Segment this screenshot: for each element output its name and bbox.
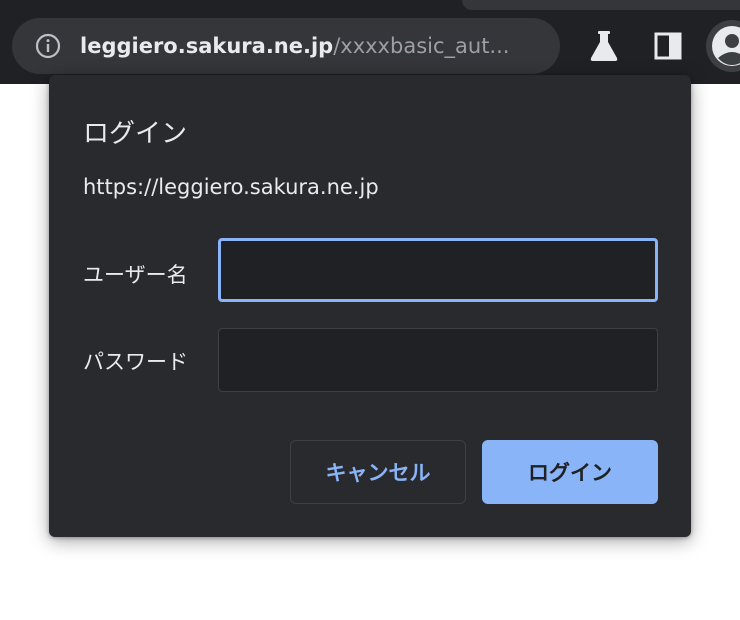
- side-panel-icon[interactable]: [650, 28, 686, 64]
- url-host: leggiero.sakura.ne.jp: [80, 34, 334, 58]
- url-text: leggiero.sakura.ne.jp/xxxxbasic_aut...: [80, 34, 530, 58]
- basic-auth-dialog: ログイン https://leggiero.sakura.ne.jp ユーザー名…: [49, 75, 691, 537]
- tab-strip: [462, 0, 740, 10]
- dialog-origin: https://leggiero.sakura.ne.jp: [83, 175, 379, 199]
- cancel-button[interactable]: キャンセル: [290, 440, 466, 504]
- address-bar[interactable]: leggiero.sakura.ne.jp/xxxxbasic_aut...: [12, 18, 560, 74]
- password-label: パスワード: [83, 350, 188, 374]
- password-input[interactable]: [218, 328, 658, 392]
- username-input[interactable]: [218, 238, 658, 302]
- profile-avatar-icon[interactable]: [704, 18, 740, 74]
- labs-flask-icon[interactable]: [586, 28, 622, 64]
- username-label: ユーザー名: [83, 263, 188, 287]
- info-icon[interactable]: [34, 32, 62, 60]
- url-path: /xxxxbasic_aut...: [333, 34, 510, 58]
- login-button[interactable]: ログイン: [482, 440, 658, 504]
- browser-toolbar: leggiero.sakura.ne.jp/xxxxbasic_aut...: [0, 0, 740, 84]
- dialog-title: ログイン: [83, 119, 188, 149]
